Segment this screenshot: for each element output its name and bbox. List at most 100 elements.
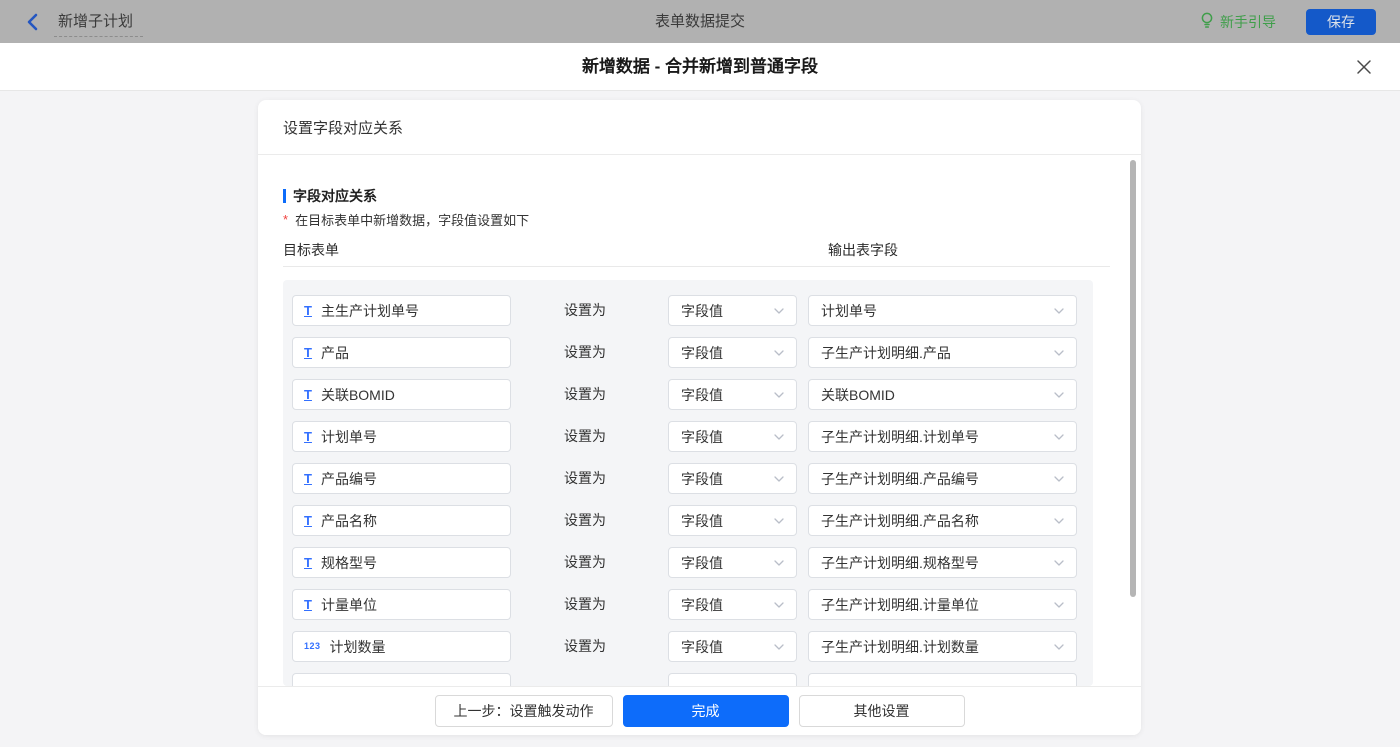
output-field-dropdown[interactable]: 子生产计划明细.产品名称 (808, 505, 1077, 536)
mapping-row: T 产品 设置为 字段值 子生产计划明细.产品 (283, 337, 1093, 368)
field-type-icon: T (304, 346, 312, 359)
chevron-down-icon (774, 560, 784, 566)
target-field-box[interactable]: T 关联BOMID (292, 379, 511, 410)
value-type-dropdown[interactable]: 字段值 (668, 505, 797, 536)
dialog-title: 新增数据 - 合并新增到普通字段 (0, 43, 1400, 91)
target-field-box[interactable]: T 规格型号 (292, 547, 511, 578)
done-button[interactable]: 完成 (623, 695, 789, 727)
target-field-box[interactable]: T 产品 (292, 337, 511, 368)
output-field-dropdown[interactable] (808, 673, 1077, 686)
save-button[interactable]: 保存 (1306, 9, 1376, 35)
section-accent-bar (283, 189, 286, 203)
output-field-dropdown[interactable]: 子生产计划明细.规格型号 (808, 547, 1077, 578)
mapping-row (283, 673, 1093, 686)
value-type-dropdown[interactable]: 字段值 (668, 547, 797, 578)
chevron-down-icon (774, 308, 784, 314)
mapping-row: T 产品编号 设置为 字段值 子生产计划明细.产品编号 (283, 463, 1093, 494)
note-text: 在目标表单中新增数据，字段值设置如下 (295, 210, 529, 229)
target-field-label: 产品 (321, 343, 349, 363)
field-type-icon: T (304, 304, 312, 317)
target-field-box[interactable]: T 计量单位 (292, 589, 511, 620)
value-type-dropdown[interactable]: 字段值 (668, 337, 797, 368)
dialog-footer: 上一步：设置触发动作 完成 其他设置 (258, 686, 1141, 735)
mapping-row: 123 计划数量 设置为 字段值 子生产计划明细.计划数量 (283, 631, 1093, 662)
output-field-dropdown[interactable]: 子生产计划明细.计划单号 (808, 421, 1077, 452)
chevron-down-icon (774, 350, 784, 356)
field-type-icon: T (304, 514, 312, 527)
chevron-down-icon (774, 518, 784, 524)
mapping-row: T 计划单号 设置为 字段值 子生产计划明细.计划单号 (283, 421, 1093, 452)
mapping-row: T 关联BOMID 设置为 字段值 关联BOMID (283, 379, 1093, 410)
target-field-label: 规格型号 (321, 553, 377, 573)
beginner-guide-link[interactable]: 新手引导 (1200, 12, 1276, 32)
value-type-dropdown[interactable]: 字段值 (668, 379, 797, 410)
target-field-label: 计划单号 (321, 427, 377, 447)
top-bar: 新增子计划 表单数据提交 新手引导 保存 (0, 0, 1400, 43)
required-asterisk: * (283, 210, 288, 227)
chevron-down-icon (774, 476, 784, 482)
output-field-dropdown[interactable]: 关联BOMID (808, 379, 1077, 410)
target-field-box[interactable]: T 产品编号 (292, 463, 511, 494)
output-field-dropdown[interactable]: 子生产计划明细.计划数量 (808, 631, 1077, 662)
column-header-divider (283, 266, 1110, 267)
section-title-row: 字段对应关系 (283, 186, 377, 206)
value-type-dropdown[interactable]: 字段值 (668, 421, 797, 452)
target-field-label: 计划数量 (330, 637, 386, 657)
target-field-box[interactable]: T 产品名称 (292, 505, 511, 536)
chevron-down-icon (1054, 602, 1064, 608)
set-as-label: 设置为 (564, 337, 606, 368)
mapping-row: T 计量单位 设置为 字段值 子生产计划明细.计量单位 (283, 589, 1093, 620)
value-type-dropdown[interactable] (668, 673, 797, 686)
set-as-label: 设置为 (564, 631, 606, 662)
chevron-down-icon (774, 602, 784, 608)
mapping-row: T 规格型号 设置为 字段值 子生产计划明细.规格型号 (283, 547, 1093, 578)
beginner-guide-label: 新手引导 (1220, 12, 1276, 32)
output-field-dropdown[interactable]: 子生产计划明细.计量单位 (808, 589, 1077, 620)
other-settings-button[interactable]: 其他设置 (799, 695, 965, 727)
set-as-label: 设置为 (564, 421, 606, 452)
field-type-icon: 123 (304, 642, 321, 651)
previous-step-button[interactable]: 上一步：设置触发动作 (435, 695, 613, 727)
dialog-header: 新增数据 - 合并新增到普通字段 (0, 43, 1400, 91)
target-field-box[interactable] (292, 673, 511, 686)
target-field-label: 产品编号 (321, 469, 377, 489)
set-as-label: 设置为 (564, 589, 606, 620)
target-field-label: 关联BOMID (321, 385, 395, 405)
target-field-box[interactable]: 123 计划数量 (292, 631, 511, 662)
mapping-row: T 主生产计划单号 设置为 字段值 计划单号 (283, 295, 1093, 326)
chevron-down-icon (1054, 350, 1064, 356)
value-type-dropdown[interactable]: 字段值 (668, 631, 797, 662)
set-as-label: 设置为 (564, 379, 606, 410)
output-field-dropdown[interactable]: 计划单号 (808, 295, 1077, 326)
value-type-dropdown[interactable]: 字段值 (668, 295, 797, 326)
scrollbar-thumb[interactable] (1130, 160, 1136, 597)
section-title: 字段对应关系 (293, 186, 377, 206)
field-type-icon: T (304, 430, 312, 443)
target-field-box[interactable]: T 计划单号 (292, 421, 511, 452)
output-field-dropdown[interactable]: 子生产计划明细.产品编号 (808, 463, 1077, 494)
section-note: * 在目标表单中新增数据，字段值设置如下 (283, 210, 529, 229)
value-type-dropdown[interactable]: 字段值 (668, 589, 797, 620)
chevron-down-icon (1054, 644, 1064, 650)
chevron-down-icon (1054, 434, 1064, 440)
value-type-dropdown[interactable]: 字段值 (668, 463, 797, 494)
lightbulb-icon (1200, 12, 1214, 32)
target-field-label: 计量单位 (321, 595, 377, 615)
field-type-icon: T (304, 388, 312, 401)
field-type-icon: T (304, 472, 312, 485)
chevron-down-icon (1054, 308, 1064, 314)
set-as-label: 设置为 (564, 463, 606, 494)
field-type-icon: T (304, 556, 312, 569)
target-field-box[interactable]: T 主生产计划单号 (292, 295, 511, 326)
mapping-row: T 产品名称 设置为 字段值 子生产计划明细.产品名称 (283, 505, 1093, 536)
card-header: 设置字段对应关系 (258, 100, 1141, 155)
target-field-label: 产品名称 (321, 511, 377, 531)
set-as-label: 设置为 (564, 547, 606, 578)
output-field-dropdown[interactable]: 子生产计划明细.产品 (808, 337, 1077, 368)
chevron-down-icon (774, 644, 784, 650)
topbar-node-title: 表单数据提交 (0, 0, 1400, 43)
close-icon[interactable] (1354, 57, 1374, 77)
chevron-down-icon (774, 434, 784, 440)
target-field-label: 主生产计划单号 (321, 301, 419, 321)
column-header-target-form: 目标表单 (283, 240, 339, 260)
